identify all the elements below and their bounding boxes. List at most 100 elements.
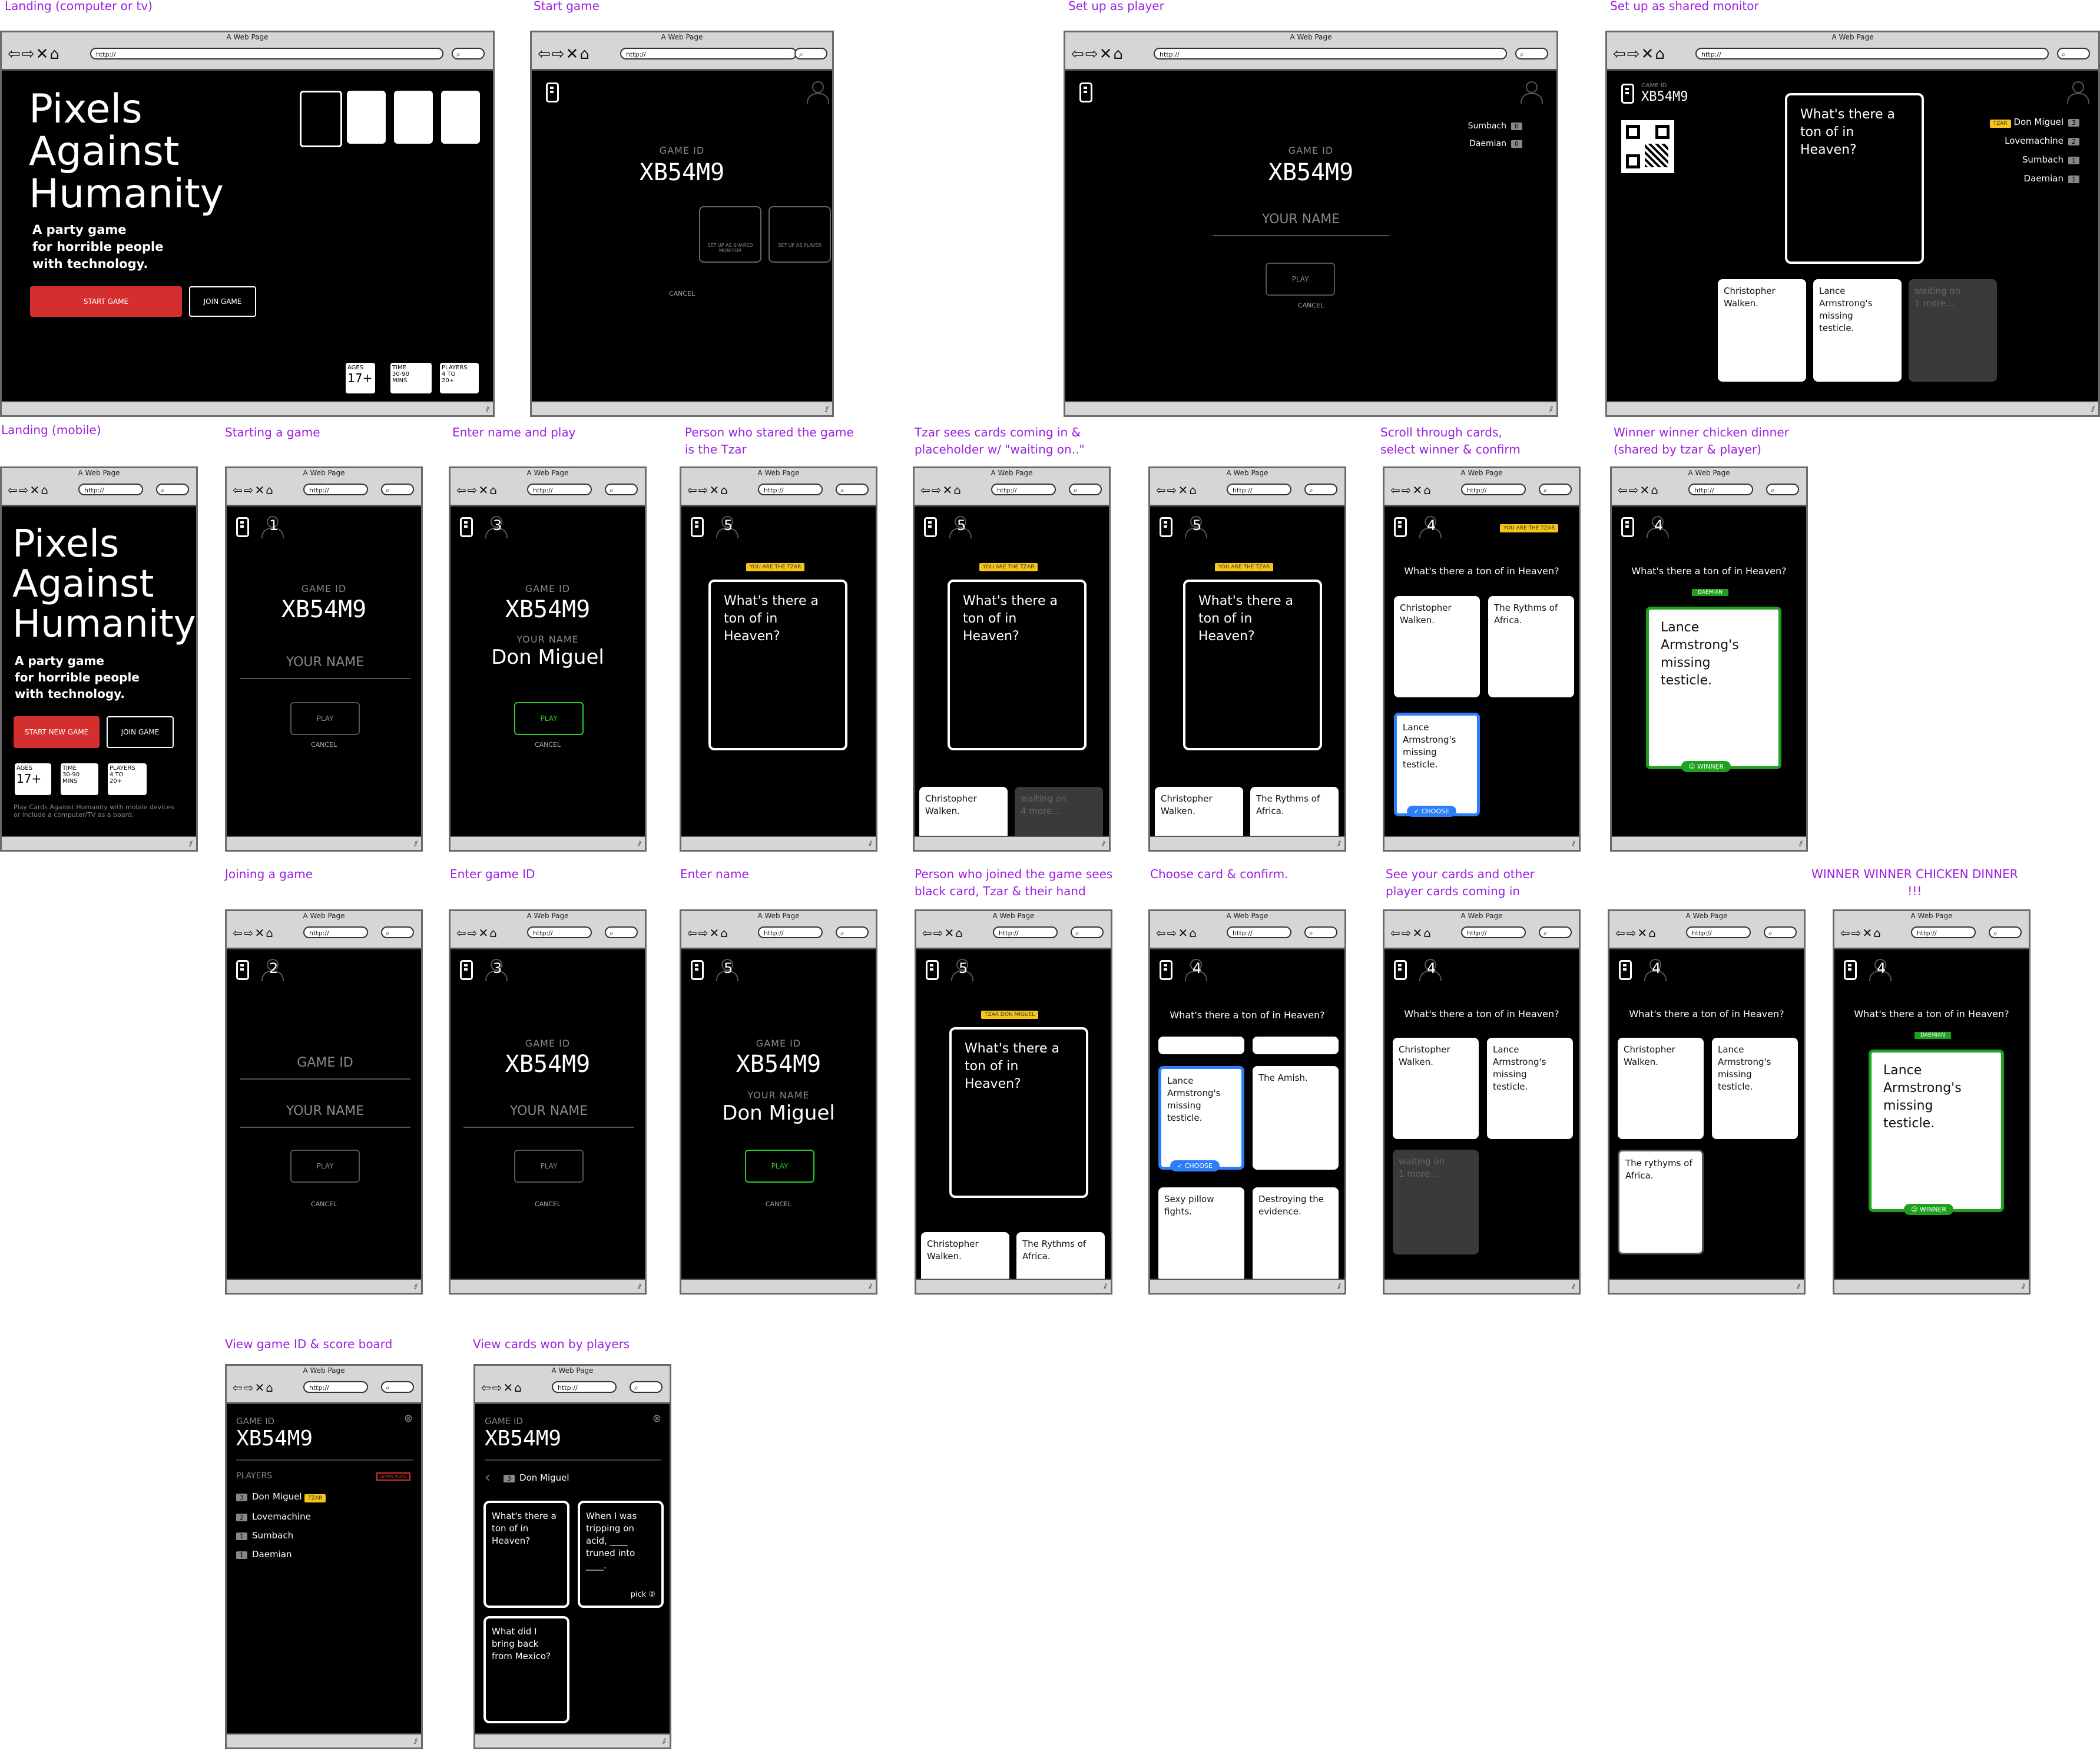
card-icon	[300, 91, 342, 147]
white-card[interactable]: The Rythms of Africa.	[1250, 787, 1339, 840]
score-row[interactable]: 2 Lovemachine	[236, 1511, 311, 1522]
browser-window-starting-game: A Web Page ⇦⇨✕⌂ http://⌕ 1 GAME ID XB54M9…	[225, 466, 423, 852]
label-person-started: Person who stared the game is the Tzar	[685, 425, 854, 456]
play-button[interactable]: PLAY	[514, 1150, 584, 1183]
app-logo-icon[interactable]	[691, 960, 704, 980]
play-button[interactable]: PLAY	[745, 1150, 814, 1183]
app-logo-icon[interactable]	[1160, 960, 1172, 980]
score-row[interactable]: 1 Sumbach	[236, 1530, 293, 1541]
url-bar[interactable]: http://	[90, 48, 443, 59]
app-logo-icon[interactable]	[546, 82, 559, 102]
app-logo-icon[interactable]	[1394, 960, 1407, 980]
back-chevron-icon[interactable]: ‹	[485, 1469, 491, 1485]
card-icon	[347, 91, 386, 144]
white-card: Lance Armstrong's missing testicle.	[1487, 1038, 1573, 1139]
browser-window-start-game: A Web Page ⇦⇨✕⌂ http://⌕ GAME ID XB54M9 S…	[530, 31, 834, 417]
white-card[interactable]: Christopher Walken.	[1155, 787, 1243, 840]
app-logo-icon[interactable]	[926, 960, 939, 980]
app-logo-icon[interactable]	[1160, 517, 1172, 537]
close-icon[interactable]: ⊗	[652, 1412, 661, 1425]
white-card[interactable]: Destroying the evidence.	[1253, 1187, 1339, 1282]
label-landing-tv: Landing (computer or tv)	[5, 0, 153, 13]
white-card[interactable]: The Amish.	[1253, 1066, 1339, 1170]
start-new-game-button[interactable]: START NEW GAME	[14, 716, 100, 748]
white-card[interactable]: The Rythms of Africa.	[1488, 596, 1574, 697]
stat-players: PLAYERS 4 TO 20+	[440, 363, 479, 393]
label-enter-name-play: Enter name and play	[452, 425, 576, 439]
app-logo-icon[interactable]	[460, 960, 473, 980]
search-box[interactable]: ⌕	[452, 48, 485, 59]
label-start-game: Start game	[534, 0, 599, 13]
app-logo-icon[interactable]	[236, 517, 249, 537]
qr-code	[1621, 120, 1674, 173]
browser-window-winner-shared: A Web Page ⇦⇨✕⌂ http://⌕ 4 What's there a…	[1610, 466, 1808, 852]
app-logo-icon[interactable]	[1621, 84, 1634, 104]
app-logo-icon[interactable]	[1394, 517, 1407, 537]
waiting-placeholder: waiting on 4 more...	[1015, 787, 1103, 840]
setup-player-button[interactable]: SET UP AS PLAYER	[769, 206, 831, 263]
score-row: TZAR Don Miguel 3	[1989, 117, 2084, 128]
play-button[interactable]: PLAY	[1266, 263, 1335, 296]
white-card[interactable]: Christopher Walken.	[919, 787, 1008, 840]
choose-button[interactable]: ✓ CHOOSE	[1170, 1160, 1220, 1171]
cancel-link[interactable]: CANCEL	[532, 290, 832, 297]
white-card[interactable]: Christopher Walken.	[921, 1232, 1009, 1285]
label-winner-caps: WINNER WINNER CHICKEN DINNER !!!	[1811, 867, 2018, 898]
white-card-selected[interactable]: Lance Armstrong's missing testicle.	[1158, 1066, 1244, 1170]
name-input[interactable]: YOUR NAME	[240, 1104, 410, 1128]
app-logo-icon[interactable]	[460, 517, 473, 537]
play-button[interactable]: PLAY	[514, 702, 584, 735]
black-card: What's there a ton of in Heaven?	[483, 1501, 569, 1608]
white-card[interactable]: Sexy pillow fights.	[1158, 1187, 1244, 1282]
close-icon[interactable]: ⊗	[404, 1412, 413, 1425]
label-see-cards: See your cards and other player cards co…	[1386, 867, 1535, 898]
app-logo-icon[interactable]	[1621, 517, 1634, 537]
app-logo-icon[interactable]	[924, 517, 937, 537]
white-card[interactable]	[1158, 1037, 1244, 1054]
label-choose-card: Choose card & confirm.	[1150, 867, 1289, 881]
play-button[interactable]: PLAY	[290, 1150, 360, 1183]
browser-window-select-winner: A Web Page ⇦⇨✕⌂ http://⌕ 4 YOU ARE THE TZ…	[1383, 466, 1581, 852]
game-id-input[interactable]: GAME ID	[240, 1055, 410, 1080]
name-value[interactable]: Don Miguel	[451, 646, 645, 669]
white-card[interactable]: Christopher Walken.	[1394, 596, 1480, 697]
label-winner-dinner: Winner winner chicken dinner (shared by …	[1614, 425, 1789, 456]
black-card: What did I bring back from Mexico?	[483, 1616, 569, 1723]
play-button[interactable]: PLAY	[290, 702, 360, 735]
score-row[interactable]: 1 Daemian	[236, 1549, 292, 1560]
app-logo-icon[interactable]	[691, 517, 704, 537]
app-logo-icon[interactable]	[1079, 82, 1092, 102]
stat-time: TIME 30-90 MINS	[390, 363, 432, 393]
white-card[interactable]: The Rythms of Africa.	[1016, 1232, 1105, 1285]
tzar-badge: YOU ARE THE TZAR	[746, 563, 805, 571]
join-game-button[interactable]: JOIN GAME	[189, 286, 256, 317]
choose-button[interactable]: ✓ CHOOSE	[1407, 806, 1456, 817]
label-tzar-sees: Tzar sees cards coming in & placeholder …	[915, 425, 1085, 456]
app-logo-icon[interactable]	[236, 960, 249, 980]
game-id: XB54M9	[1641, 90, 1688, 104]
app-logo-icon[interactable]	[1619, 960, 1632, 980]
white-card: Christopher Walken.	[1618, 1038, 1704, 1139]
learn-more-button[interactable]: LEARN MORE	[376, 1472, 410, 1481]
profile-icon[interactable]	[1519, 80, 1543, 104]
score-row[interactable]: 3 Don Miguel TZAR	[236, 1491, 326, 1502]
score-row: Daemian 1	[2024, 173, 2084, 184]
profile-icon[interactable]	[805, 80, 829, 104]
browser-window-choose-card: A Web Page ⇦⇨✕⌂ http://⌕ 4 What's there a…	[1148, 909, 1346, 1295]
name-input[interactable]: YOUR NAME	[463, 1104, 634, 1128]
name-input[interactable]: YOUR NAME	[1213, 212, 1389, 236]
browser-nav-icons[interactable]: ⇦⇨✕⌂	[8, 45, 61, 63]
white-card[interactable]	[1253, 1037, 1339, 1054]
profile-icon[interactable]	[2065, 80, 2089, 104]
start-game-button[interactable]: START GAME	[30, 286, 182, 317]
white-card-selected[interactable]: Lance Armstrong's missing testicle.	[1394, 713, 1480, 816]
setup-monitor-button[interactable]: SET UP AS SHARED MONITOR	[699, 206, 761, 263]
stat-ages: AGES 17+	[15, 763, 51, 795]
card-icon	[441, 91, 480, 144]
browser-window-tzar: A Web Page ⇦⇨✕⌂ http://⌕ 5 YOU ARE THE TZ…	[680, 466, 877, 852]
stat-players: PLAYERS 4 TO 20+	[108, 763, 147, 795]
label-view-cards-won: View cards won by players	[473, 1337, 630, 1351]
app-logo-icon[interactable]	[1844, 960, 1857, 980]
name-input[interactable]: YOUR NAME	[240, 655, 410, 679]
join-game-button[interactable]: JOIN GAME	[107, 716, 174, 748]
